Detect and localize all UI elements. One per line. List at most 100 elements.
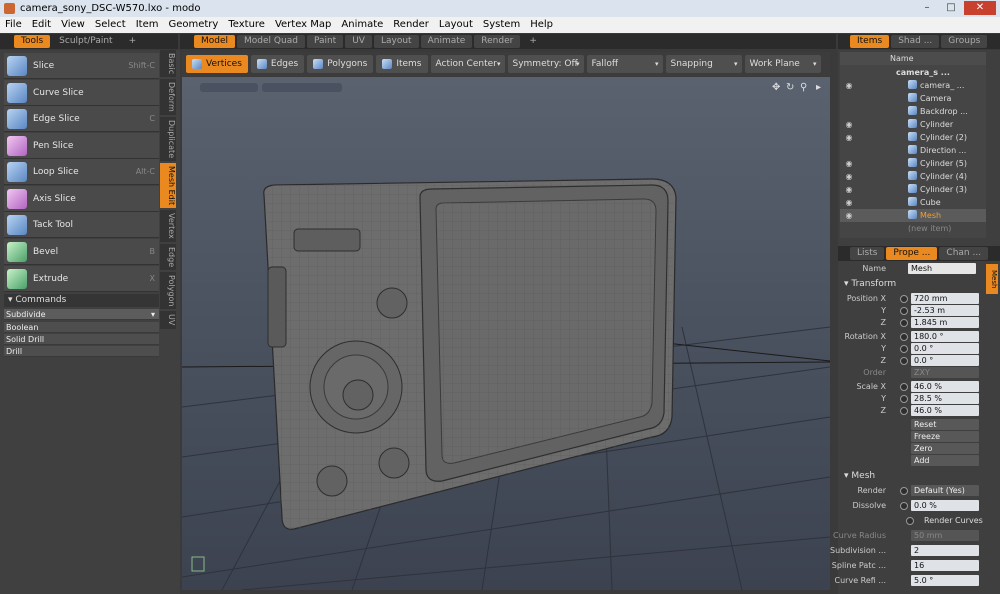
close-button[interactable]: ✕ xyxy=(964,1,996,15)
edges-mode-button[interactable]: Edges xyxy=(250,55,305,73)
tool-slice-button[interactable]: Slice Shift-C xyxy=(4,53,159,79)
menu-file[interactable]: File xyxy=(0,17,27,33)
subdivision-field[interactable]: 2 xyxy=(911,545,979,556)
tab-groups[interactable]: Groups xyxy=(941,35,988,48)
list-item[interactable]: camera_s ... xyxy=(840,66,986,79)
list-item[interactable]: Backdrop ... xyxy=(840,105,986,118)
tool-axis-slice-button[interactable]: Axis Slice xyxy=(4,186,159,212)
tool-loop-slice-button[interactable]: Loop Slice Alt-C xyxy=(4,159,159,185)
menu-edit[interactable]: Edit xyxy=(27,17,56,33)
tab-properties[interactable]: Prope ... xyxy=(886,247,938,260)
dissolve-field[interactable]: 0.0 % xyxy=(911,500,979,511)
list-item[interactable]: ◉ camera_ ... xyxy=(840,79,986,92)
eye-icon[interactable]: ◉ xyxy=(844,209,854,222)
keyframe-icon[interactable] xyxy=(900,319,908,327)
mesh-side-tab[interactable]: Mesh xyxy=(986,264,998,294)
tab-animate[interactable]: Animate xyxy=(420,35,473,48)
menu-vertex-map[interactable]: Vertex Map xyxy=(270,17,336,33)
keyframe-icon[interactable] xyxy=(900,307,908,315)
snapping-dropdown[interactable]: Snapping ▾ xyxy=(665,55,742,73)
list-item[interactable]: ◉ Cube xyxy=(840,196,986,209)
tab-uv[interactable]: UV xyxy=(345,35,372,48)
list-item[interactable]: Direction ... xyxy=(840,144,986,157)
list-item[interactable]: ◉ Cylinder xyxy=(840,118,986,131)
eye-icon[interactable]: ◉ xyxy=(844,170,854,183)
name-column-header[interactable]: Name xyxy=(890,52,914,65)
transform-header[interactable]: ▾ Transform xyxy=(840,278,986,290)
polygons-mode-button[interactable]: Polygons xyxy=(307,55,374,73)
list-item-selected[interactable]: ◉ Mesh xyxy=(840,209,986,222)
freeze-dropdown[interactable]: Freeze xyxy=(911,431,979,442)
add-tab-button[interactable]: + xyxy=(122,35,144,48)
vertices-mode-button[interactable]: Vertices xyxy=(186,55,248,73)
add-layout-tab-button[interactable]: + xyxy=(522,35,544,48)
commands-dropdown[interactable]: Subdivide ▾ xyxy=(4,309,159,320)
tab-model-quad[interactable]: Model Quad xyxy=(237,35,305,48)
symmetry-dropdown[interactable]: Symmetry: Off ▾ xyxy=(507,55,584,73)
tab-items[interactable]: Items xyxy=(850,35,890,48)
tab-paint[interactable]: Paint xyxy=(306,35,344,48)
keyframe-icon[interactable] xyxy=(900,407,908,415)
tool-pen-slice-button[interactable]: Pen Slice xyxy=(4,133,159,159)
position-z-field[interactable]: 1.845 m xyxy=(911,317,979,328)
vtab-uv[interactable]: UV xyxy=(160,311,176,329)
list-item[interactable]: ◉ Cylinder (3) xyxy=(840,183,986,196)
list-item[interactable]: ◉ Cylinder (5) xyxy=(840,157,986,170)
curve-radius-field[interactable]: 50 mm xyxy=(911,530,979,541)
minimize-button[interactable]: – xyxy=(916,1,938,15)
position-x-field[interactable]: 720 mm xyxy=(911,293,979,304)
curve-refine-field[interactable]: 5.0 ° xyxy=(911,575,979,586)
tool-edge-slice-button[interactable]: Edge Slice C xyxy=(4,106,159,132)
rotation-x-field[interactable]: 180.0 ° xyxy=(911,331,979,342)
reset-dropdown[interactable]: Reset xyxy=(911,419,979,430)
commands-header[interactable]: ▾ Commands xyxy=(4,294,159,307)
render-dropdown[interactable]: Default (Yes) xyxy=(911,485,979,496)
mesh-section-header[interactable]: ▾ Mesh xyxy=(840,470,986,482)
eye-icon[interactable]: ◉ xyxy=(844,157,854,170)
menu-render[interactable]: Render xyxy=(388,17,434,33)
eye-icon[interactable]: ◉ xyxy=(844,131,854,144)
vtab-deform[interactable]: Deform xyxy=(160,79,176,115)
vtab-polygon[interactable]: Polygon xyxy=(160,272,176,310)
menu-animate[interactable]: Animate xyxy=(336,17,388,33)
tab-render[interactable]: Render xyxy=(474,35,521,48)
eye-icon[interactable]: ◉ xyxy=(844,183,854,196)
command-boolean[interactable]: Boolean xyxy=(4,322,159,333)
scale-y-field[interactable]: 28.5 % xyxy=(911,393,979,404)
tab-model[interactable]: Model xyxy=(194,35,236,48)
command-solid-drill[interactable]: Solid Drill xyxy=(4,334,159,345)
tool-bevel-button[interactable]: Bevel B xyxy=(4,239,159,265)
menu-help[interactable]: Help xyxy=(525,17,558,33)
menu-view[interactable]: View xyxy=(56,17,90,33)
tool-extrude-button[interactable]: Extrude X xyxy=(4,266,159,292)
tab-layout[interactable]: Layout xyxy=(373,35,419,48)
items-mode-button[interactable]: Items xyxy=(376,55,428,73)
vtab-basic[interactable]: Basic xyxy=(160,50,176,78)
list-item[interactable]: ◉ Cylinder (2) xyxy=(840,131,986,144)
keyframe-icon[interactable] xyxy=(900,395,908,403)
vtab-vertex[interactable]: Vertex xyxy=(160,210,176,242)
keyframe-icon[interactable] xyxy=(900,487,908,495)
add-dropdown[interactable]: Add xyxy=(911,455,979,466)
menu-geometry[interactable]: Geometry xyxy=(163,17,223,33)
rotation-y-field[interactable]: 0.0 ° xyxy=(911,343,979,354)
falloff-dropdown[interactable]: Falloff ▾ xyxy=(586,55,663,73)
keyframe-icon[interactable] xyxy=(900,502,908,510)
spline-patch-field[interactable]: 16 xyxy=(911,560,979,571)
menu-system[interactable]: System xyxy=(478,17,525,33)
keyframe-icon[interactable] xyxy=(900,295,908,303)
keyframe-icon[interactable] xyxy=(900,357,908,365)
tool-tack-button[interactable]: Tack Tool xyxy=(4,212,159,238)
vtab-mesh-edit[interactable]: Mesh Edit xyxy=(160,163,176,209)
keyframe-icon[interactable] xyxy=(900,383,908,391)
order-dropdown[interactable]: ZXY xyxy=(911,367,979,378)
vtab-duplicate[interactable]: Duplicate xyxy=(160,116,176,162)
action-center-dropdown[interactable]: Action Center ▾ xyxy=(430,55,505,73)
eye-icon[interactable]: ◉ xyxy=(844,196,854,209)
keyframe-icon[interactable] xyxy=(900,345,908,353)
render-curves-checkbox[interactable] xyxy=(906,517,914,525)
menu-texture[interactable]: Texture xyxy=(223,17,270,33)
scale-z-field[interactable]: 46.0 % xyxy=(911,405,979,416)
menu-select[interactable]: Select xyxy=(90,17,131,33)
scale-x-field[interactable]: 46.0 % xyxy=(911,381,979,392)
